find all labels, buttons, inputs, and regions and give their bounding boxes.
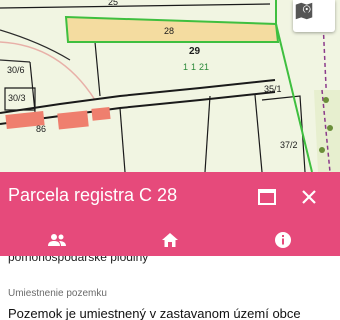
tab-building[interactable] — [113, 224, 226, 256]
parcel-label: 30/6 — [7, 65, 25, 75]
panel-title: Parcela registra C 28 — [8, 185, 178, 205]
panel-header: Parcela registra C 28 — [0, 172, 340, 224]
close-icon — [302, 190, 316, 204]
parcel-label: 25 — [108, 0, 119, 7]
panel-content: poľnohospodárske plodiny Umiestnenie poz… — [0, 256, 340, 320]
parcel-label: 35/1 — [264, 84, 282, 94]
tab-owners[interactable] — [0, 224, 113, 256]
land-use-value: poľnohospodárske plodiny — [8, 256, 149, 264]
parcel-label: 29 — [189, 46, 201, 57]
parcel-label: 30/3 — [8, 93, 26, 103]
parcel-label: 28 — [164, 26, 175, 36]
map-locate-button[interactable] — [293, 0, 335, 32]
map-pin-icon — [295, 2, 313, 20]
panel-tabs — [0, 224, 340, 256]
people-icon — [47, 234, 66, 246]
maximize-icon — [258, 189, 276, 205]
parcel-label: 1 — [191, 62, 197, 72]
info-icon — [275, 232, 292, 248]
parcel-label: 1 — [183, 62, 189, 72]
tab-info[interactable] — [227, 224, 340, 256]
parcel-label: 21 — [199, 62, 210, 72]
close-button[interactable] — [298, 186, 320, 208]
maximize-button[interactable] — [256, 186, 278, 208]
parcel-label: 86 — [36, 124, 47, 134]
location-value: Pozemok je umiestnený v zastavanom území… — [8, 306, 301, 320]
home-icon — [161, 233, 178, 247]
cadastral-map[interactable]: 25 28 29 1 1 21 30/6 30/3 35/1 86 37/2 — [0, 0, 340, 172]
parcel-label: 37/2 — [280, 140, 298, 150]
location-label: Umiestnenie pozemku — [8, 288, 107, 299]
